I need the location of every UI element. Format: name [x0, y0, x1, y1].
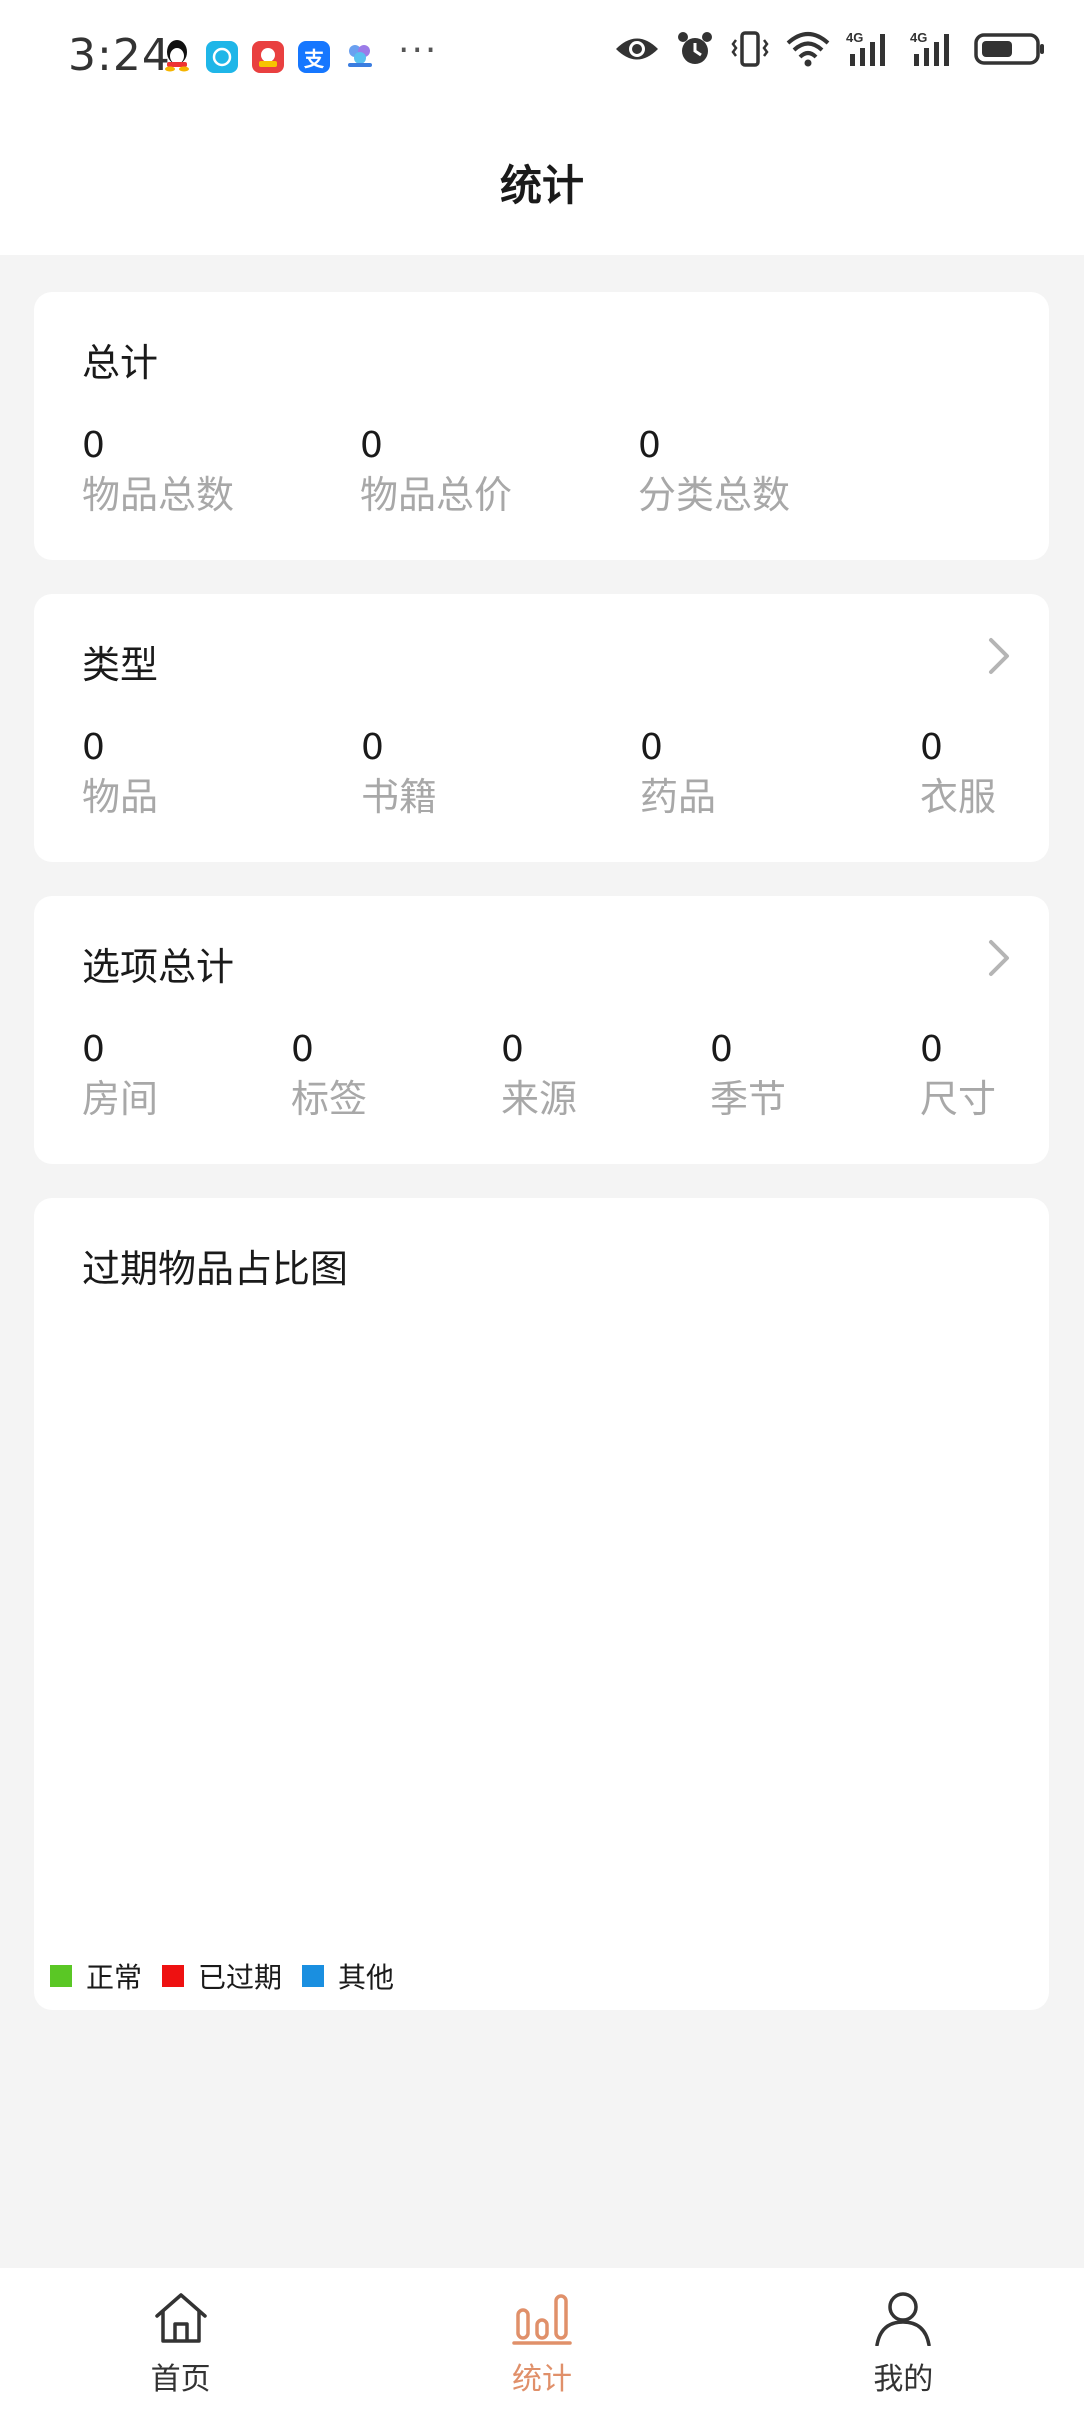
bottom-tab-bar: 首页 统计 我的 [0, 2268, 1084, 2412]
svg-text:4G: 4G [846, 30, 863, 45]
tab-label: 统计 [511, 2362, 572, 2397]
stat-label: 季节 [710, 1077, 787, 1121]
legend-item-normal[interactable]: 正常 [50, 1956, 142, 1996]
qq-icon [162, 38, 192, 76]
tab-statistics[interactable]: 统计 [361, 2268, 722, 2412]
system-status-icons: 4G 4G [614, 30, 1046, 68]
stat-label: 物品 [82, 775, 159, 819]
stat-type-clothes: 0 衣服 [920, 727, 997, 819]
signal-4g-icon-2: 4G [910, 30, 958, 68]
totals-title: 总计 [82, 341, 159, 385]
types-card[interactable]: 类型 0 物品 0 书籍 0 药品 0 衣服 [34, 594, 1049, 862]
chevron-right-icon[interactable] [987, 636, 1011, 680]
maps-icon [206, 41, 238, 73]
tab-label: 我的 [873, 2362, 934, 2397]
eye-icon [614, 32, 660, 66]
pie-chart-area [34, 1308, 1049, 1948]
page-header: 统计 [0, 110, 1084, 255]
chart-title: 过期物品占比图 [82, 1247, 349, 1291]
stat-value: 0 [82, 727, 105, 768]
home-icon [151, 2290, 211, 2350]
stat-label: 分类总数 [638, 473, 791, 517]
battery-icon [974, 31, 1046, 67]
more-notifications-icon: ··· [398, 30, 439, 71]
stat-label: 物品总数 [82, 473, 235, 517]
status-bar: 3:24 支 ··· 4G 4G [0, 0, 1084, 110]
legend-item-expired[interactable]: 已过期 [162, 1956, 282, 1996]
tab-profile[interactable]: 我的 [723, 2268, 1084, 2412]
stat-type-medicine: 0 药品 [640, 727, 717, 819]
stat-label: 物品总价 [360, 473, 513, 517]
chevron-right-icon[interactable] [987, 938, 1011, 982]
tab-label: 首页 [150, 2362, 211, 2397]
stat-total-categories: 0 分类总数 [638, 425, 791, 517]
legend-item-other[interactable]: 其他 [302, 1956, 394, 1996]
stat-value: 0 [920, 1029, 943, 1070]
stat-option-sources: 0 来源 [501, 1029, 578, 1121]
stat-label: 标签 [291, 1077, 368, 1121]
legend-swatch-expired [162, 1965, 185, 1987]
options-title: 选项总计 [82, 945, 235, 989]
cloud-app-icon [344, 39, 376, 75]
stat-value: 0 [361, 727, 384, 768]
options-card[interactable]: 选项总计 0 房间 0 标签 0 来源 0 季节 0 尺寸 [34, 896, 1049, 1164]
legend-label: 正常 [86, 1961, 143, 1994]
stat-label: 房间 [82, 1077, 159, 1121]
notification-icons: 支 [162, 38, 376, 76]
alipay-icon: 支 [298, 41, 330, 73]
bar-chart-icon [512, 2290, 572, 2350]
stat-value: 0 [82, 1029, 105, 1070]
page-title: 统计 [499, 161, 584, 210]
stat-option-rooms: 0 房间 [82, 1029, 159, 1121]
svg-text:4G: 4G [910, 30, 927, 45]
expired-chart-card: 过期物品占比图 正常 已过期 其他 [34, 1198, 1049, 2010]
chart-legend[interactable]: 正常 已过期 其他 [50, 1956, 414, 1996]
signal-4g-icon: 4G [846, 30, 894, 68]
legend-label: 已过期 [198, 1961, 283, 1994]
totals-card: 总计 0 物品总数 0 物品总价 0 分类总数 [34, 292, 1049, 560]
wifi-icon [786, 31, 830, 67]
stat-value: 0 [82, 425, 105, 466]
tab-home[interactable]: 首页 [0, 2268, 361, 2412]
stat-value: 0 [638, 425, 661, 466]
stat-option-sizes: 0 尺寸 [920, 1029, 997, 1121]
stat-value: 0 [501, 1029, 524, 1070]
person-icon [873, 2290, 933, 2350]
stat-label: 来源 [501, 1077, 578, 1121]
stat-option-tags: 0 标签 [291, 1029, 368, 1121]
stat-value: 0 [640, 727, 663, 768]
stat-label: 药品 [640, 775, 717, 819]
stat-value: 0 [360, 425, 383, 466]
stat-value: 0 [920, 727, 943, 768]
stat-value: 0 [291, 1029, 314, 1070]
legend-swatch-other [302, 1965, 325, 1987]
stat-type-books: 0 书籍 [361, 727, 438, 819]
vibrate-icon [730, 30, 770, 68]
stat-type-items: 0 物品 [82, 727, 159, 819]
stat-label: 书籍 [361, 775, 438, 819]
stat-label: 尺寸 [920, 1077, 997, 1121]
stat-label: 衣服 [920, 775, 997, 819]
game-icon [252, 41, 284, 73]
stat-total-price: 0 物品总价 [360, 425, 513, 517]
legend-swatch-normal [50, 1965, 72, 1987]
stat-option-seasons: 0 季节 [710, 1029, 787, 1121]
types-title: 类型 [82, 643, 159, 687]
stat-total-items: 0 物品总数 [82, 425, 235, 517]
status-time: 3:24 [68, 30, 171, 81]
stat-value: 0 [710, 1029, 733, 1070]
legend-label: 其他 [338, 1961, 395, 1994]
alarm-icon [676, 30, 714, 68]
